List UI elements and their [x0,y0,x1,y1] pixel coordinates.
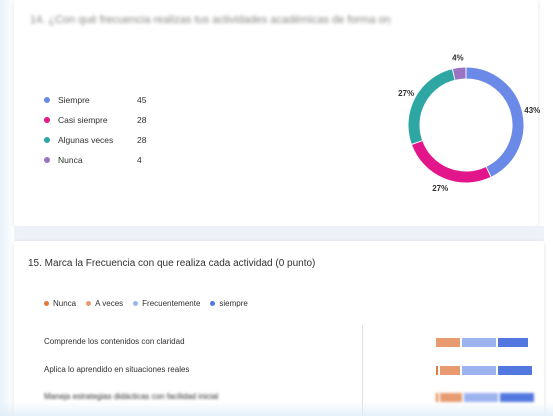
bar-segment[interactable] [440,393,462,402]
legend-label: Nunca [58,155,83,165]
question-15-title: 15. Marca la Frecuencia con que realiza … [28,258,316,269]
legend-label: Algunas veces [58,135,114,145]
donut-percent-label: 27% [398,89,414,98]
donut-slice[interactable] [466,67,524,177]
donut-percent-label: 4% [452,53,464,62]
bar-segment[interactable] [498,366,532,375]
bar-segment[interactable] [462,366,496,375]
bar-segment[interactable] [498,338,528,347]
frequency-legend-item[interactable]: Frecuentemente [133,299,200,308]
bar-segment[interactable] [436,338,460,347]
bar-segment[interactable] [464,393,498,402]
frequency-color-dot [210,301,216,306]
bar-segment[interactable] [436,393,438,402]
frequency-legend-item[interactable]: Nunca [44,299,76,308]
question-14-title: 14. ¿Con qué frecuencia realizas tus act… [30,14,390,26]
legend-color-dot [44,137,50,143]
legend-color-dot [44,97,50,103]
activity-stacked-bar[interactable] [436,366,532,375]
frequency-legend-item[interactable]: A veces [86,299,123,308]
bar-segment[interactable] [436,366,438,375]
activity-label: Comprende los contenidos con claridad [44,337,185,346]
bar-segment[interactable] [440,366,460,375]
donut-percent-label: 27% [432,184,448,193]
activity-stacked-bar[interactable] [436,338,528,347]
legend-count: 45 [137,95,147,105]
question-14-donut-chart: 43% 27% 27% 4% [398,53,540,193]
frequency-legend-label: A veces [95,299,124,308]
legend-color-dot [44,117,50,123]
frequency-color-dot [44,301,49,306]
card-separator [14,226,544,241]
left-edge-glare [0,0,14,416]
frequency-color-dot [133,301,139,306]
activity-stacked-bar[interactable] [436,393,534,402]
bar-segment[interactable] [462,338,496,347]
legend-label: Casi siempre [58,115,108,125]
legend-count: 28 [137,115,147,125]
question-15-legend: Nunca A veces Frecuentemente siempre [44,299,248,308]
legend-color-dot [44,157,50,163]
legend-count: 28 [137,135,147,145]
activity-label: Maneja estrategias didácticas con facili… [44,392,219,401]
bar-segment[interactable] [500,393,534,402]
donut-percent-label: 43% [524,106,540,115]
bottom-edge-glare [0,402,553,416]
frequency-legend-label: Nunca [53,299,77,308]
frequency-legend-item[interactable]: siempre [210,299,248,308]
frequency-legend-label: siempre [219,299,248,308]
donut-slice[interactable] [412,140,491,183]
donut-slice[interactable] [408,69,455,144]
legend-label: Siempre [58,95,90,105]
frequency-legend-label: Frecuentemente [142,299,201,308]
frequency-color-dot [86,301,92,306]
donut-slice[interactable] [452,67,466,80]
activity-label: Aplica lo aprendido en situaciones reale… [44,365,190,374]
legend-count: 4 [137,155,142,165]
